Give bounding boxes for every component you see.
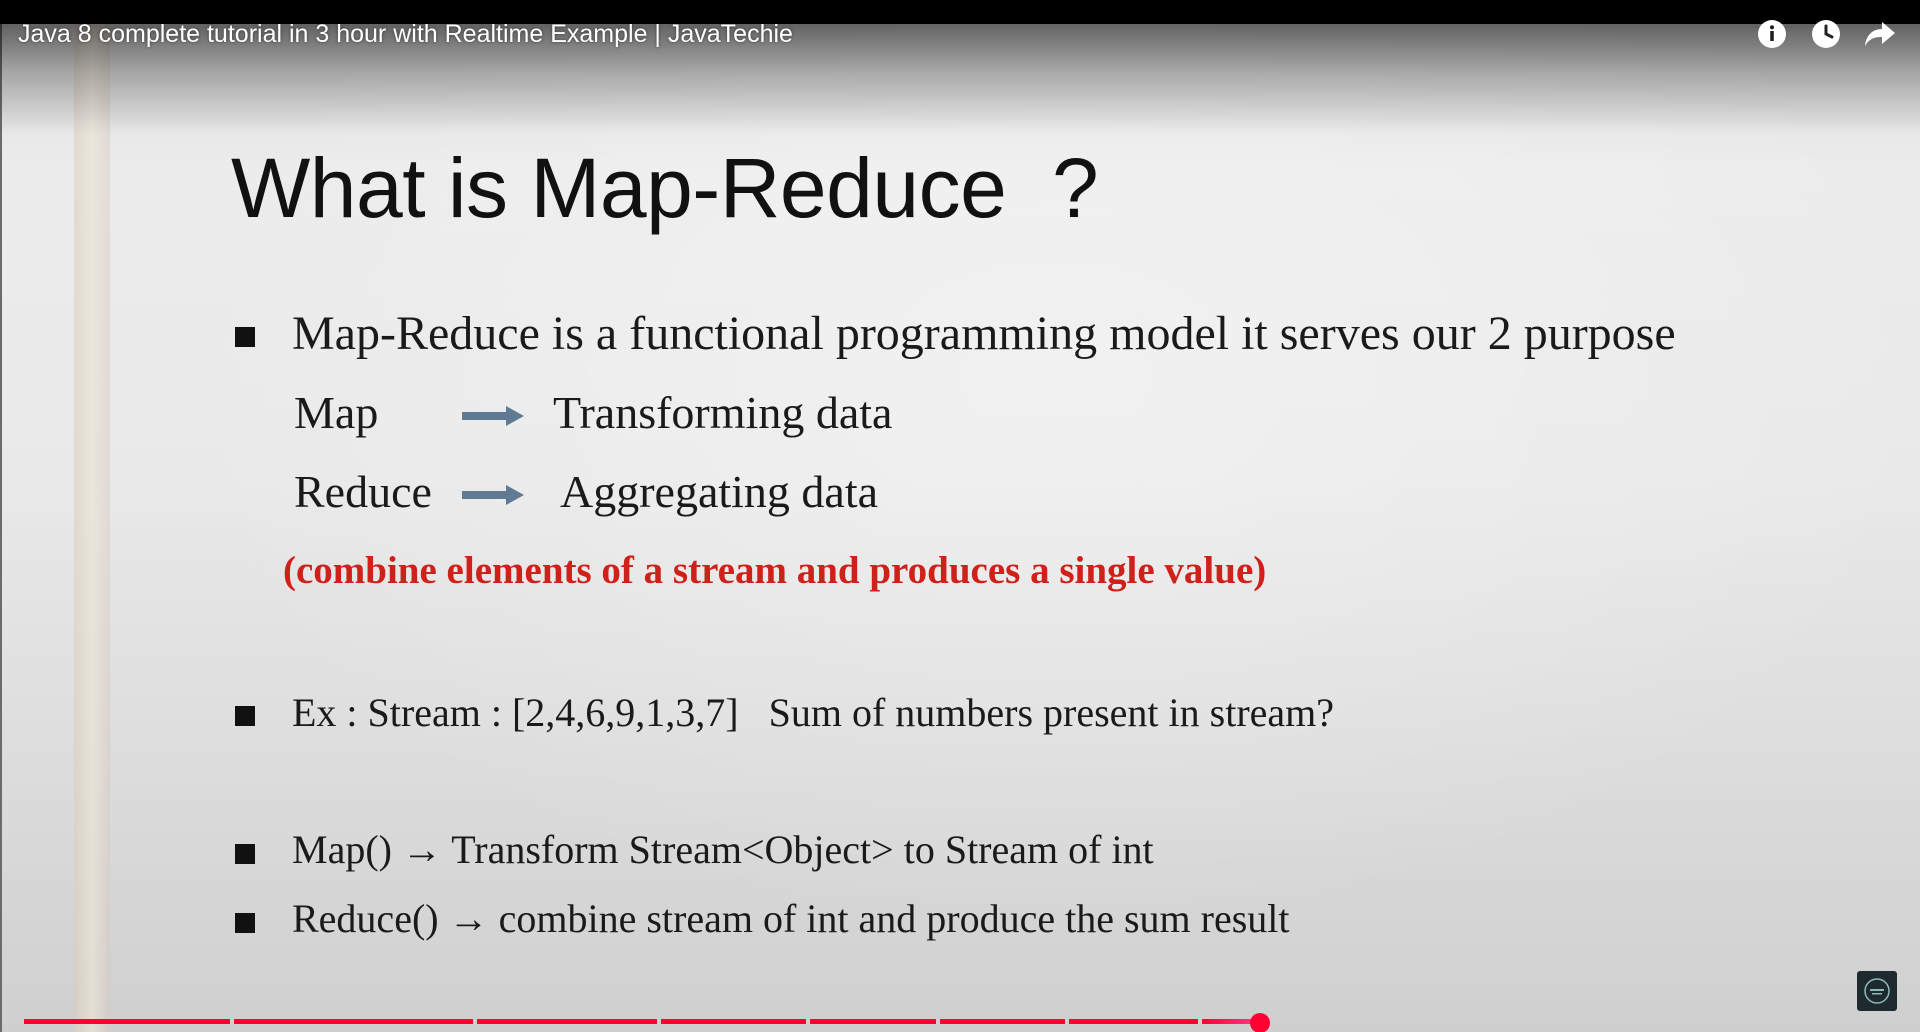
map-method-description: Transform Stream<Object> to Stream of in… [451, 827, 1154, 872]
arrow-icon: → [401, 827, 442, 872]
slide-heading: What is Map-Reduce ? [231, 141, 1099, 235]
progress-played-segment [233, 1019, 474, 1024]
info-icon [1758, 20, 1786, 48]
top-actions [1756, 18, 1896, 50]
watch-later-button[interactable] [1810, 18, 1842, 50]
progress-played-segment [660, 1019, 807, 1024]
slide-margin-stripe [74, 24, 110, 1032]
video-title[interactable]: Java 8 complete tutorial in 3 hour with … [18, 20, 793, 49]
channel-logo-icon [1864, 978, 1890, 1004]
video-player[interactable]: Java 8 complete tutorial in 3 hour with … [0, 0, 1920, 1032]
share-arrow-icon [1865, 22, 1895, 46]
progress-bar[interactable] [24, 1019, 1896, 1024]
reduce-method-label: Reduce() [292, 896, 439, 941]
bullet-marker [235, 327, 255, 347]
combine-note: (combine elements of a stream and produc… [283, 549, 1267, 592]
progress-chapter-segment[interactable] [1532, 1019, 1896, 1024]
reduce-method-description: combine stream of int and produce the su… [498, 896, 1290, 941]
reduce-description: Aggregating data [560, 466, 879, 517]
bullet-4-text: Reduce() → combine stream of int and pro… [292, 895, 1290, 942]
channel-watermark[interactable] [1857, 971, 1897, 1011]
clock-icon [1812, 20, 1840, 48]
map-description: Transforming data [553, 387, 893, 438]
bullet-marker [235, 706, 255, 726]
progress-played-segment [939, 1019, 1065, 1024]
progress-played-segment [1068, 1019, 1198, 1024]
bullet-marker [235, 844, 255, 864]
info-button[interactable] [1756, 18, 1788, 50]
share-button[interactable] [1864, 18, 1896, 50]
bullet-marker [235, 913, 255, 933]
frame-edge [0, 24, 2, 1032]
bullet-3-text: Map() → Transform Stream<Object> to Stre… [292, 826, 1154, 873]
arrow-right-icon [462, 485, 524, 505]
arrow-right-icon [462, 406, 524, 426]
map-method-label: Map() [292, 827, 392, 872]
arrow-icon: → [448, 896, 489, 941]
progress-scrubber-handle[interactable] [1249, 1013, 1270, 1032]
bullet-1-text: Map-Reduce is a functional programming m… [292, 307, 1676, 360]
reduce-label: Reduce [294, 466, 432, 517]
bullet-2-text: Ex : Stream : [2,4,6,9,1,3,7] Sum of num… [292, 690, 1335, 735]
progress-played-segment [477, 1019, 657, 1024]
map-label: Map [294, 387, 379, 438]
progress-played-segment [24, 1019, 230, 1024]
progress-chapter-segment[interactable] [1405, 1019, 1529, 1024]
progress-played-segment [810, 1019, 936, 1024]
